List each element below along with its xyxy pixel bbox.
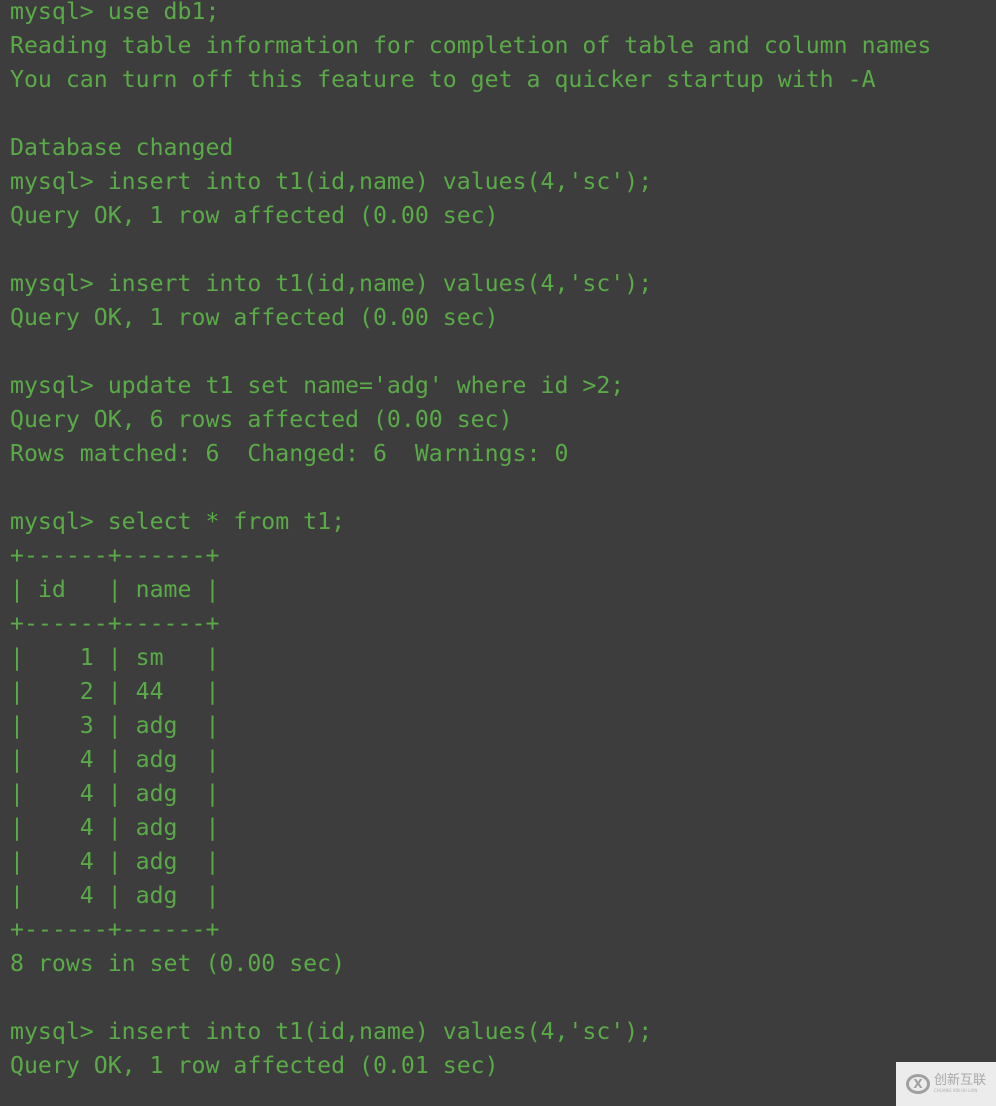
table-line: | 4 | adg | [10,746,220,773]
table-line: | 4 | adg | [10,780,220,807]
terminal-output: mysql> use db1; Reading table information… [10,0,931,1083]
table-line: | 3 | adg | [10,712,220,739]
output-line: You can turn off this feature to get a q… [10,66,876,93]
watermark-text: 创新互联 [933,1073,986,1088]
command-line: mysql> select * from t1; [10,508,346,535]
output-line: Reading table information for completion… [10,32,932,59]
watermark-subtext: CHUANG XIN HU LIAN [933,1088,978,1093]
chuangxin-logo-icon: X [905,1074,930,1094]
table-line: | 2 | 44 | [10,678,220,705]
command-line: mysql> insert into t1(id,name) values(4,… [10,270,653,297]
command-line: mysql> insert into t1(id,name) values(4,… [10,1018,653,1045]
output-line: Query OK, 1 row affected (0.00 sec) [10,304,499,331]
table-line: | 1 | sm | [10,644,220,671]
table-line: | id | name | [10,576,220,603]
output-line: Rows matched: 6 Changed: 6 Warnings: 0 [10,440,569,467]
output-line: Database changed [10,134,234,161]
watermark: X 创新互联 CHUANG XIN HU LIAN [896,1062,996,1106]
table-line: +------+------+ [10,610,220,637]
command-line: mysql> use db1; [10,0,220,25]
table-line: +------+------+ [10,916,220,943]
command-line: mysql> update t1 set name='adg' where id… [10,372,625,399]
output-line: Query OK, 6 rows affected (0.00 sec) [10,406,513,433]
output-line: 8 rows in set (0.00 sec) [10,950,346,977]
table-line: +------+------+ [10,542,220,569]
watermark-text-group: 创新互联 CHUANG XIN HU LIAN [934,1074,986,1094]
table-line: | 4 | adg | [10,814,220,841]
table-line: | 4 | adg | [10,882,220,909]
output-line: Query OK, 1 row affected (0.01 sec) [10,1052,499,1079]
command-line: mysql> insert into t1(id,name) values(4,… [10,168,653,195]
table-line: | 4 | adg | [10,848,220,875]
output-line: Query OK, 1 row affected (0.00 sec) [10,202,499,229]
